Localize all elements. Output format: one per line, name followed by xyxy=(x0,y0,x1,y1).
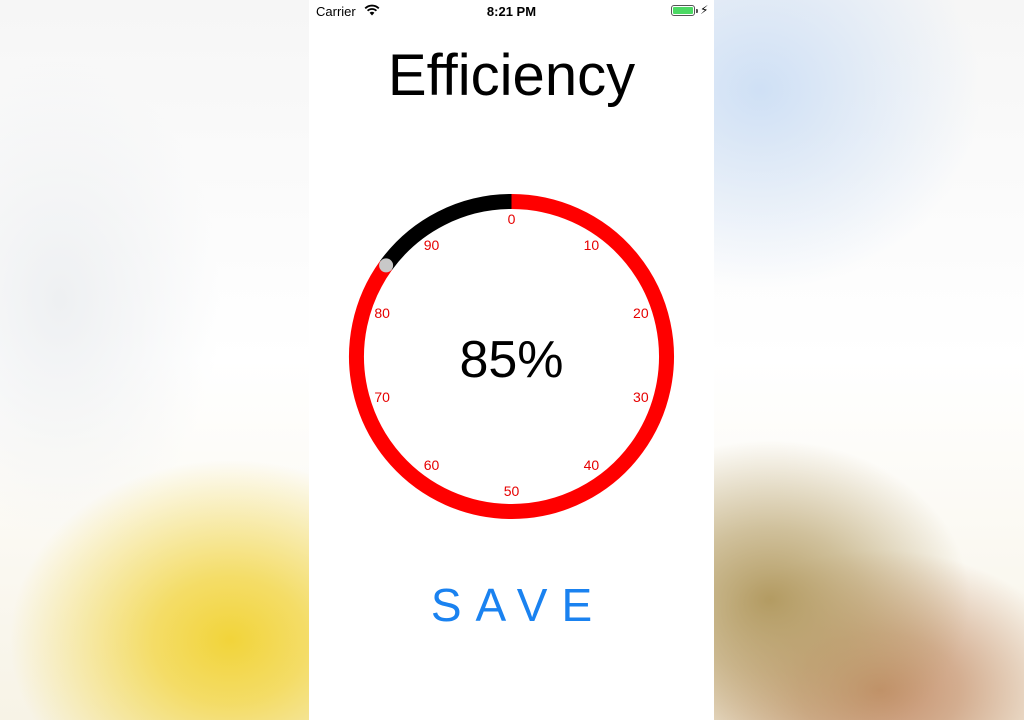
status-time: 8:21 PM xyxy=(486,4,537,19)
gauge-handle[interactable] xyxy=(379,258,394,273)
charging-bolt-icon: ⚡ xyxy=(700,3,709,17)
gauge-tick-label: 50 xyxy=(504,483,520,499)
gauge-remainder-arc xyxy=(380,194,512,270)
gauge-tick-label: 70 xyxy=(374,389,390,405)
gauge-tick-label: 0 xyxy=(508,211,516,227)
gauge-tick-label: 90 xyxy=(424,237,440,253)
status-bar: Carrier 8:21 PM ⚡ xyxy=(309,0,714,22)
phone-screen: Carrier 8:21 PM ⚡ Efficiency 0 10 20 30 40 50… xyxy=(309,0,714,720)
efficiency-readout: 85% xyxy=(459,331,564,389)
page-title: Efficiency xyxy=(387,43,636,108)
gauge-tick-label: 40 xyxy=(584,457,600,473)
gauge-tick-label: 60 xyxy=(424,457,440,473)
gauge-tick-label: 80 xyxy=(374,305,390,321)
save-button[interactable]: SAVE xyxy=(309,578,714,632)
battery-fill xyxy=(673,7,693,14)
battery-icon xyxy=(671,5,698,16)
gauge-tick-label: 30 xyxy=(633,389,649,405)
gauge-tick-label: 20 xyxy=(633,305,649,321)
gauge-tick-label: 10 xyxy=(584,237,600,253)
